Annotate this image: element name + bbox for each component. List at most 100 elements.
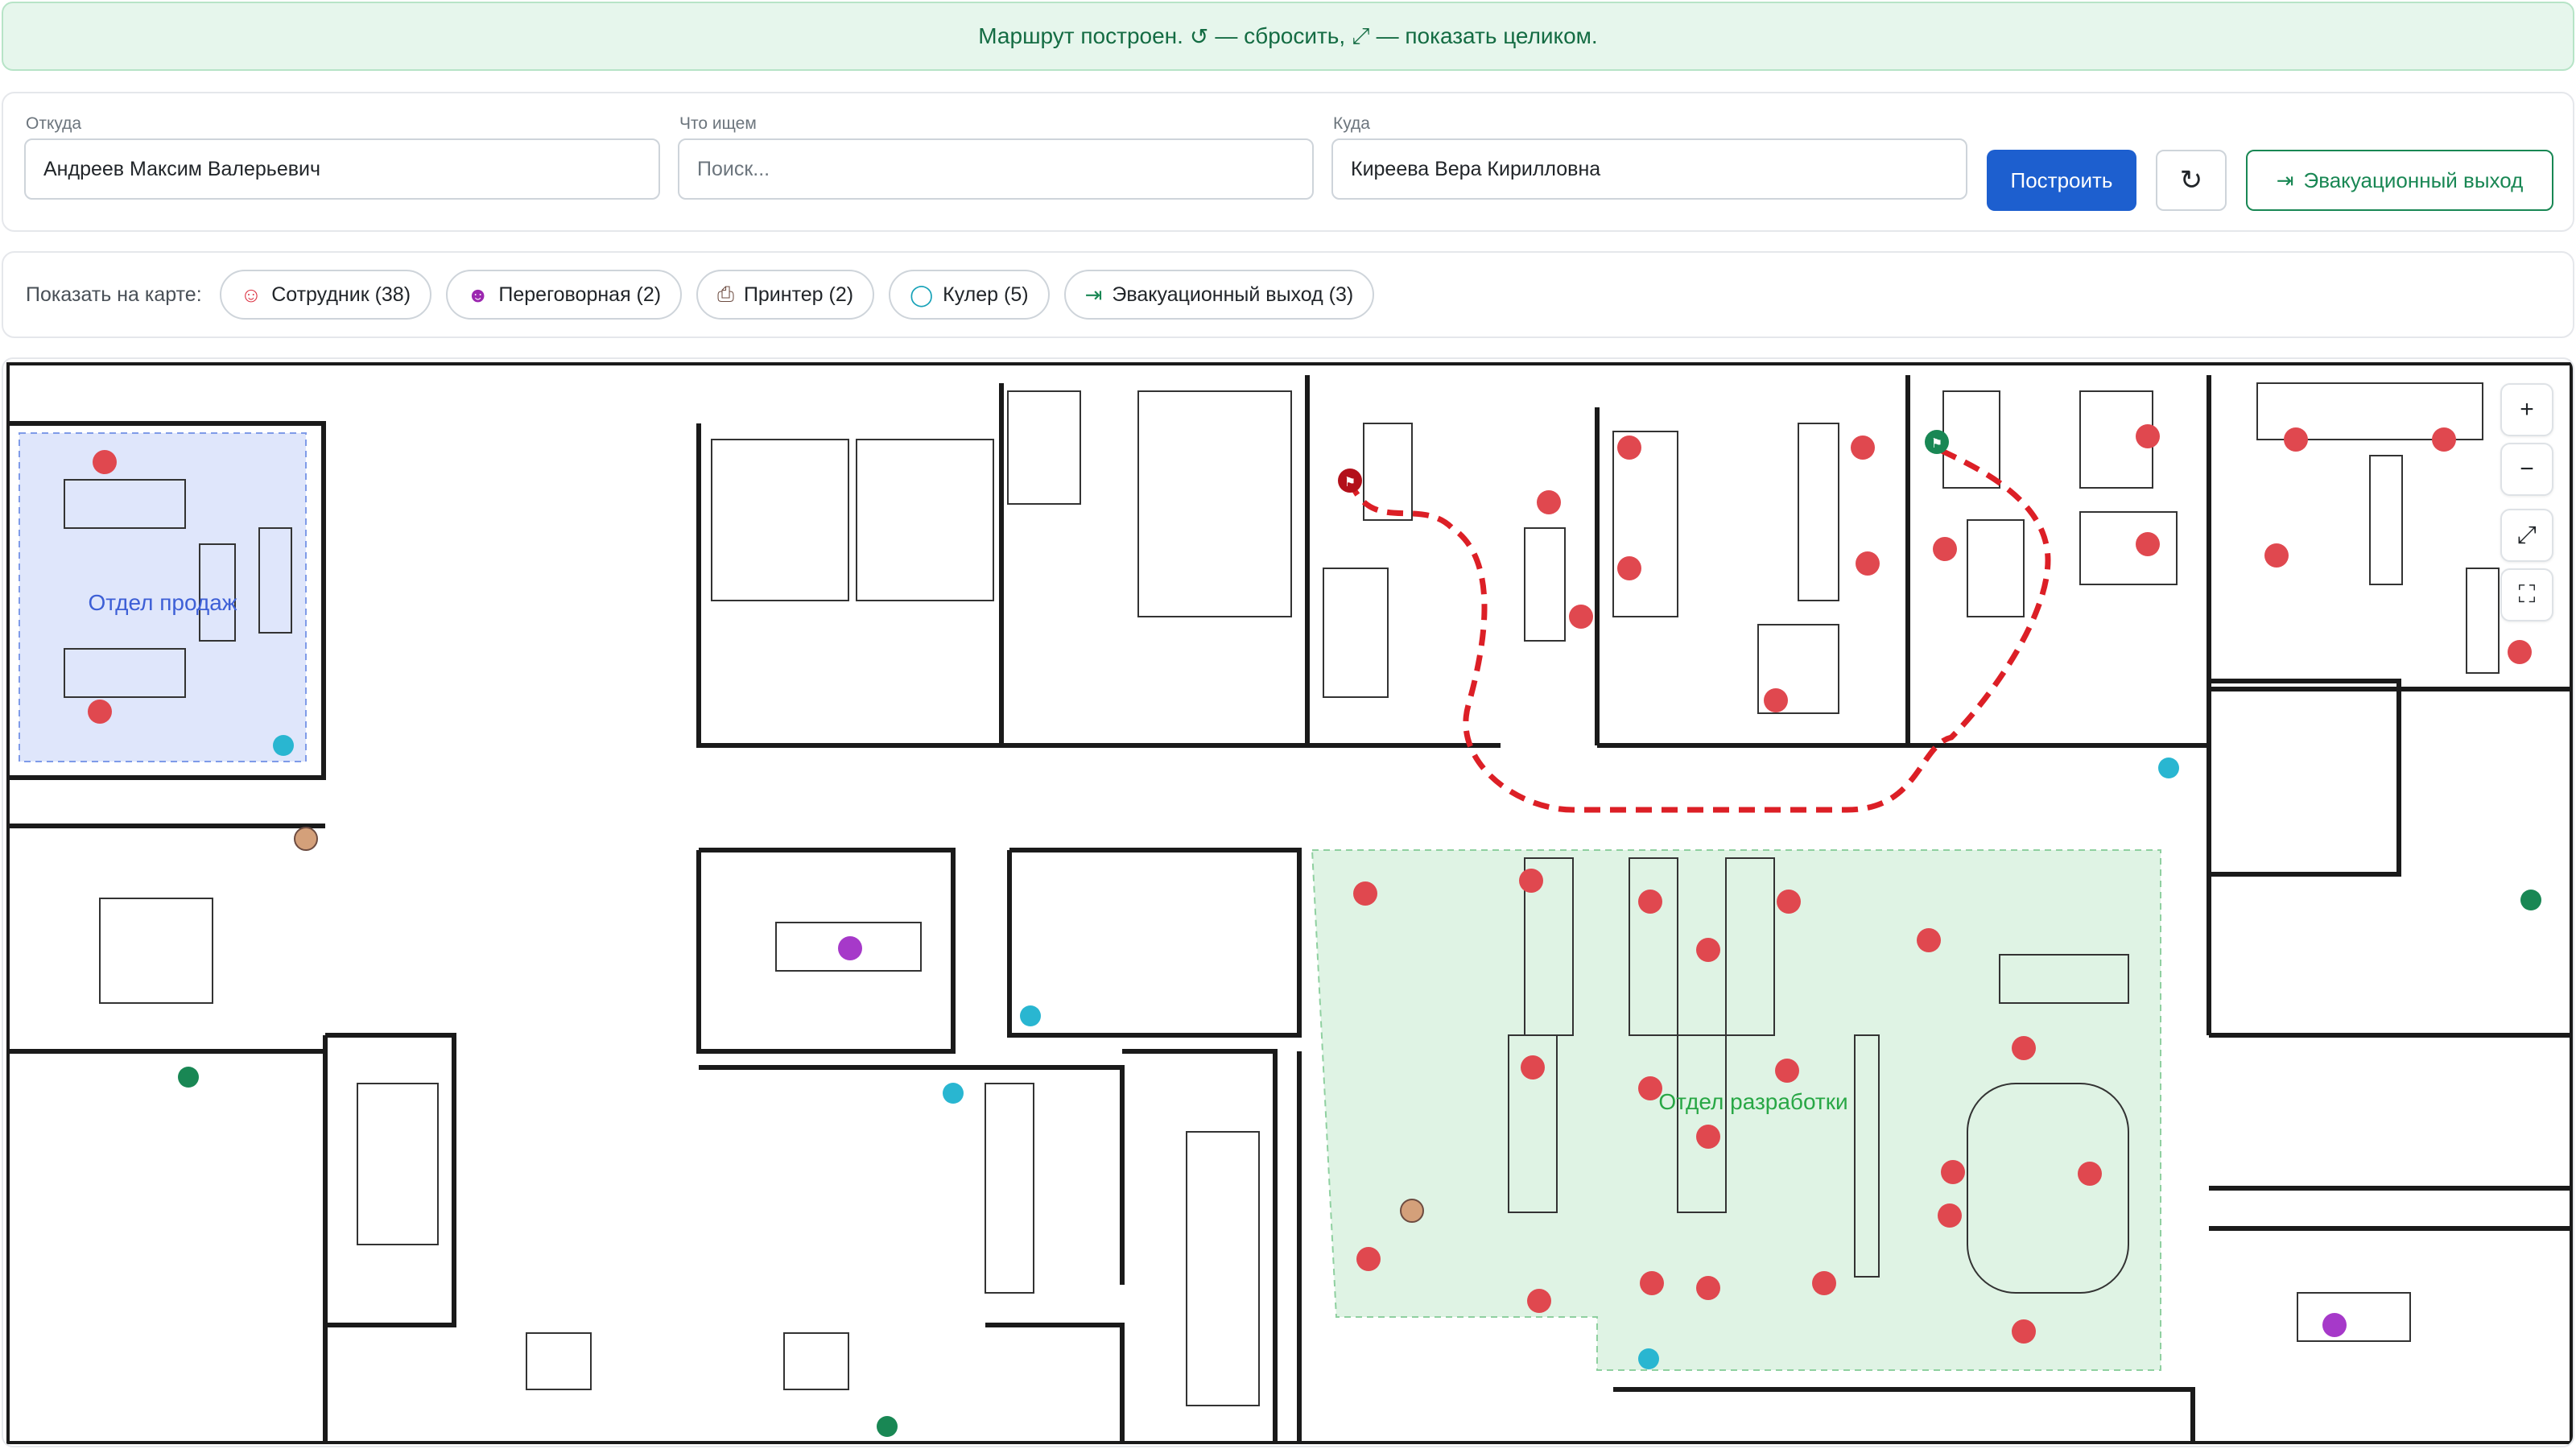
droplet-icon: ◯ (910, 282, 934, 307)
exit-icon: ⇥ (1084, 282, 1103, 307)
reset-route-button[interactable]: ↻ (2156, 150, 2227, 211)
chip-meeting-room[interactable]: ☻ Переговорная (2) (446, 270, 683, 320)
to-label: Куда (1333, 114, 1370, 133)
what-label: Что ищем (679, 114, 757, 133)
employee-marker[interactable] (2012, 1319, 2036, 1344)
employee-marker[interactable] (1569, 605, 1593, 629)
what-group: Что ищем Поиск... (678, 114, 1314, 200)
employee-marker[interactable] (1938, 1203, 1962, 1228)
employee-marker[interactable] (2508, 640, 2532, 664)
employee-marker[interactable] (1696, 1276, 1720, 1300)
employee-marker[interactable] (1537, 490, 1561, 514)
exit-icon: ⇥ (2276, 167, 2294, 192)
route-search-panel: Откуда Андреев Максим Валерьевич Что ище… (2, 92, 2574, 232)
employee-marker[interactable] (2012, 1036, 2036, 1060)
evacuation-exit-button[interactable]: ⇥ Эвакуационный выход (2246, 150, 2553, 211)
what-input[interactable]: Поиск... (678, 138, 1314, 200)
from-group: Откуда Андреев Максим Валерьевич (24, 114, 660, 200)
employee-marker[interactable] (1777, 890, 1801, 914)
employee-marker[interactable] (1933, 537, 1957, 561)
fullscreen-button[interactable]: ⛶ (2500, 568, 2553, 621)
employee-marker[interactable] (1764, 688, 1788, 712)
svg-text:⚑: ⚑ (1344, 476, 1356, 489)
cooler-marker[interactable] (1638, 1348, 1659, 1369)
printer-marker[interactable] (294, 827, 318, 851)
employee-marker[interactable] (1696, 1125, 1720, 1149)
employee-marker[interactable] (1521, 1055, 1545, 1080)
evac-exit-marker[interactable] (877, 1416, 898, 1437)
reset-icon: ↺ (1189, 23, 1209, 49)
employee-marker[interactable] (1519, 869, 1543, 893)
chip-meeting-room-label: Переговорная (2) (498, 283, 662, 306)
banner-fit-text: — показать целиком. (1376, 23, 1598, 48)
chip-cooler[interactable]: ◯ Кулер (5) (889, 270, 1050, 320)
employee-marker[interactable] (1617, 556, 1641, 580)
printer-marker[interactable] (1400, 1199, 1424, 1223)
reset-icon: ↻ (2179, 165, 2203, 196)
banner-text: Маршрут построен. (978, 23, 1183, 48)
chip-evac-exit-label: Эвакуационный выход (3) (1112, 283, 1354, 306)
map-filters: Показать на карте: ☺ Сотрудник (38) ☻ Пере… (2, 251, 2574, 338)
meeting-room-marker[interactable] (838, 936, 862, 960)
printer-markers (294, 827, 1424, 1223)
evacuation-exit-label: Эвакуационный выход (2303, 167, 2524, 192)
fit-route-button[interactable]: ⤢ (2500, 509, 2553, 562)
chip-printer[interactable]: ⎙ Принтер (2) (696, 270, 875, 320)
printer-icon: ⎙ (717, 282, 734, 306)
dev-zone-label: Отдел разработки (1658, 1089, 1847, 1114)
floor-plan: ⚑ ⚑ Отдел продаж Отдел разработки (6, 362, 2573, 1444)
walls (6, 362, 2573, 1444)
route-path (1347, 444, 2051, 813)
employee-marker[interactable] (1353, 881, 1377, 906)
cooler-marker[interactable] (1020, 1005, 1041, 1026)
employee-marker[interactable] (1812, 1271, 1836, 1295)
to-group: Куда Киреева Вера Кирилловна (1331, 114, 1967, 200)
to-input[interactable]: Киреева Вера Кирилловна (1331, 138, 1967, 200)
people-icon: ☻ (467, 282, 489, 307)
employee-marker[interactable] (88, 700, 112, 724)
chip-employee[interactable]: ☺ Сотрудник (38) (219, 270, 432, 320)
employee-marker[interactable] (1356, 1247, 1381, 1271)
banner-reset-text: — сбросить, (1215, 23, 1346, 48)
chip-evac-exit[interactable]: ⇥ Эвакуационный выход (3) (1063, 270, 1375, 320)
employee-marker[interactable] (1917, 928, 1941, 952)
cooler-marker[interactable] (2158, 758, 2179, 778)
build-route-button[interactable]: Построить (1987, 150, 2136, 211)
svg-text:⚑: ⚑ (1931, 437, 1942, 451)
employee-marker[interactable] (2136, 424, 2160, 448)
chip-employee-label: Сотрудник (38) (271, 283, 411, 306)
employee-marker[interactable] (1856, 551, 1880, 576)
cooler-marker[interactable] (273, 735, 294, 756)
employee-marker[interactable] (1527, 1289, 1551, 1313)
employee-marker[interactable] (1638, 890, 1662, 914)
fullscreen-icon: ⛶ (2518, 581, 2536, 608)
route-start-marker[interactable]: ⚑ (1338, 469, 1362, 493)
employee-marker[interactable] (1775, 1059, 1799, 1083)
floor-map[interactable]: ⚑ ⚑ Отдел продаж Отдел разработки + − ⤢ … (2, 357, 2574, 1447)
employee-marker[interactable] (1941, 1160, 1965, 1184)
fit-icon: ⤢ (1352, 23, 1370, 48)
meeting-room-marker[interactable] (2322, 1313, 2347, 1337)
sales-zone-label: Отдел продаж (88, 590, 237, 615)
employee-marker[interactable] (2264, 543, 2289, 568)
employee-marker[interactable] (2432, 427, 2456, 452)
employee-marker[interactable] (2136, 532, 2160, 556)
employee-marker[interactable] (2078, 1162, 2102, 1186)
evac-exit-marker[interactable] (2520, 890, 2541, 910)
employee-marker[interactable] (1617, 436, 1641, 460)
employee-marker[interactable] (2284, 427, 2308, 452)
filters-label: Показать на карте: (26, 283, 202, 306)
zoom-out-button[interactable]: − (2500, 443, 2553, 496)
employee-marker[interactable] (93, 450, 117, 474)
employee-marker[interactable] (1640, 1271, 1664, 1295)
evac-exit-marker[interactable] (178, 1067, 199, 1088)
from-input[interactable]: Андреев Максим Валерьевич (24, 138, 660, 200)
chip-cooler-label: Кулер (5) (943, 283, 1029, 306)
employee-marker[interactable] (1696, 938, 1720, 962)
employee-marker[interactable] (1851, 436, 1875, 460)
route-end-marker[interactable]: ⚑ (1925, 430, 1949, 454)
from-label: Откуда (26, 114, 82, 133)
chip-printer-label: Принтер (2) (743, 283, 854, 306)
cooler-marker[interactable] (943, 1083, 964, 1104)
zoom-in-button[interactable]: + (2500, 383, 2553, 436)
